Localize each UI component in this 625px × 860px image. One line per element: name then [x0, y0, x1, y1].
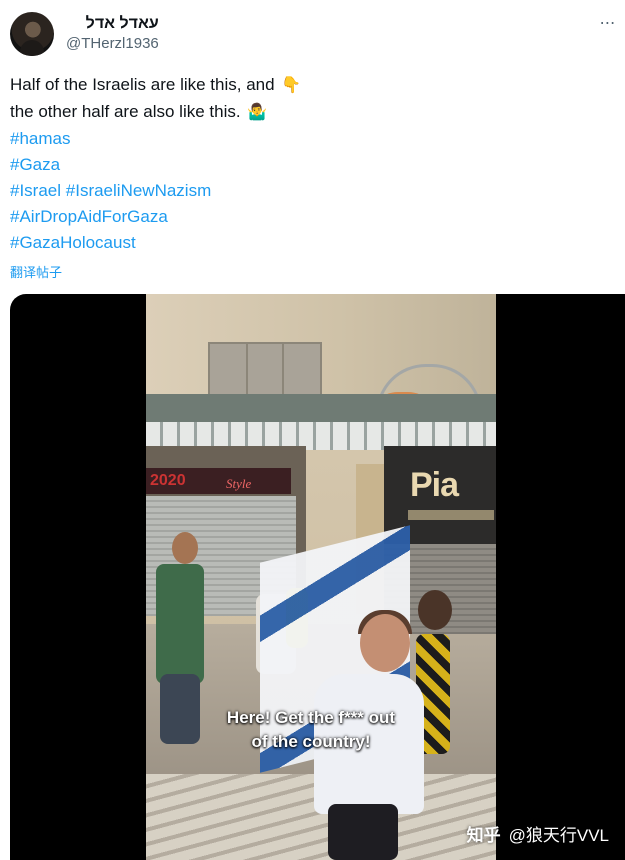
- hashtag-gaza[interactable]: #Gaza: [10, 155, 60, 174]
- tweet-text: Half of the Israelis are like this, and …: [10, 72, 610, 256]
- watermark-site: 知乎: [466, 826, 501, 845]
- shop-sign-right-text: Pia: [410, 466, 459, 504]
- author-names[interactable]: עאדל אדל @THerzl1936: [66, 14, 159, 54]
- watermark-user: @狼天行VVL: [508, 826, 609, 845]
- video-caption-line-2: of the country!: [251, 732, 371, 751]
- tweet-header: עאדל אדל @THerzl1936 ⋯: [10, 12, 625, 62]
- tweet-line-1-text: Half of the Israelis are like this, and: [10, 75, 275, 94]
- video-caption: Here! Get the f*** out of the country!: [146, 706, 476, 754]
- man-checkered-head: [418, 590, 452, 630]
- watermark: 知乎 @狼天行VVL: [467, 821, 609, 846]
- video-caption-line-1: Here! Get the f*** out: [226, 708, 396, 727]
- hashtag-gazaholocaust[interactable]: #GazaHolocaust: [10, 233, 136, 252]
- shop-sign-right-sub: [408, 510, 494, 520]
- hashtag-airdropaidforgaza[interactable]: #AirDropAidForGaza: [10, 207, 168, 226]
- shrug-emoji-icon: 🤷‍♂️: [247, 104, 268, 121]
- shop-sign-left-style: Style: [226, 476, 252, 491]
- user-handle[interactable]: @THerzl1936: [66, 34, 159, 54]
- pointing-down-emoji-icon: 👇: [281, 77, 302, 94]
- more-icon[interactable]: ⋯: [597, 16, 619, 34]
- man-green-shirt: [156, 564, 204, 684]
- tweet-line-2: the other half are also like this. 🤷‍♂️: [10, 99, 610, 126]
- tweet-line-1: Half of the Israelis are like this, and …: [10, 72, 610, 99]
- shop-sign-left-text: 2020: [150, 472, 186, 489]
- hashtag-israelinewnazism[interactable]: #IsraeliNewNazism: [66, 181, 211, 200]
- hashtag-hamas[interactable]: #hamas: [10, 129, 70, 148]
- hashtag-israel[interactable]: #Israel: [10, 181, 61, 200]
- tweet-line-2-text: the other half are also like this.: [10, 102, 241, 121]
- avatar[interactable]: [10, 12, 54, 56]
- video-player[interactable]: 2020 Style Pia Here! Get the f*** out of…: [10, 294, 625, 860]
- video-frame[interactable]: 2020 Style Pia Here! Get the f*** out of…: [146, 294, 496, 860]
- woman-legs: [328, 804, 398, 860]
- display-name[interactable]: עאדל אדל: [66, 14, 159, 34]
- woman-head: [360, 614, 410, 672]
- translate-post-link[interactable]: 翻译帖子: [10, 262, 62, 281]
- man-green-shirt-head: [172, 532, 198, 564]
